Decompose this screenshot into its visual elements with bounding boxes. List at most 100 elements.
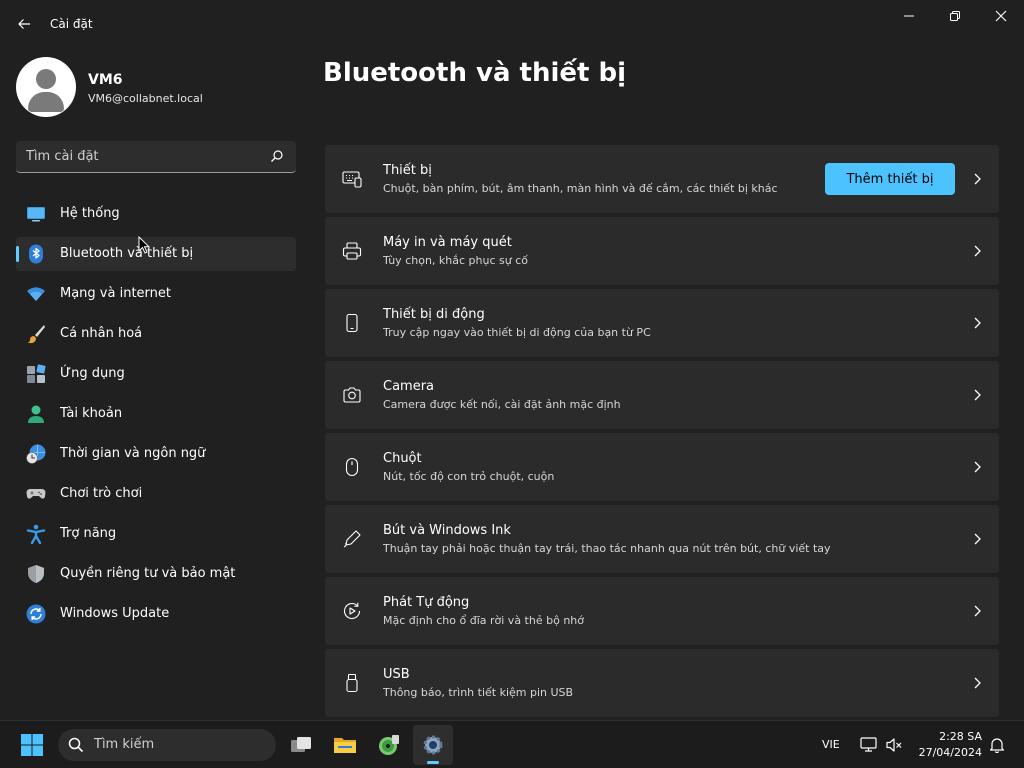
brush-icon — [26, 324, 46, 344]
camera-icon — [342, 385, 362, 405]
sidebar-item-label: Cá nhân hoá — [60, 326, 143, 341]
settings-window: Cài đặt VM6 VM6@collabnet.local Tìm cài … — [0, 0, 1024, 720]
card-title: Phát Tự động — [383, 595, 470, 610]
sidebar-item-label: Tài khoản — [60, 406, 123, 421]
search-icon — [68, 737, 84, 753]
update-icon — [26, 604, 46, 624]
phone-icon — [342, 313, 362, 333]
back-arrow-icon — [18, 19, 30, 29]
active-app-indicator — [427, 761, 439, 764]
accessibility-icon — [26, 524, 46, 544]
sidebar-item-accessibility[interactable]: Trợ năng — [16, 517, 296, 551]
card-subtitle: Thông báo, trình tiết kiệm pin USB — [383, 686, 574, 699]
monitor-icon — [26, 204, 46, 224]
card-subtitle: Chuột, bàn phím, bút, âm thanh, màn hình… — [383, 182, 778, 195]
sidebar-item-system[interactable]: Hệ thống — [16, 197, 296, 231]
chevron-right-icon — [969, 243, 985, 259]
close-button[interactable] — [978, 4, 1024, 28]
bell-icon — [989, 738, 1005, 753]
sidebar-item-label: Mạng và internet — [60, 286, 171, 301]
input-language[interactable]: VIE — [822, 738, 840, 751]
chevron-right-icon — [969, 315, 985, 331]
sidebar-item-gaming[interactable]: Chơi trò chơi — [16, 477, 296, 511]
card-printers[interactable]: Máy in và máy quét Tùy chọn, khắc phục s… — [325, 217, 999, 285]
sidebar-item-label: Hệ thống — [60, 206, 120, 221]
search-input[interactable] — [26, 141, 266, 172]
notifications-button[interactable] — [985, 725, 1009, 765]
media-player-button[interactable] — [369, 725, 409, 765]
wifi-icon — [26, 284, 46, 304]
account-icon — [26, 404, 46, 424]
card-devices[interactable]: Thiết bị Chuột, bàn phím, bút, âm thanh,… — [325, 145, 999, 213]
card-title: USB — [383, 667, 410, 682]
sidebar-item-bluetooth[interactable]: Bluetooth và thiết bị — [16, 237, 296, 271]
gamepad-icon — [26, 484, 46, 504]
card-mobile-devices[interactable]: Thiết bị di động Truy cập ngay vào thiết… — [325, 289, 999, 357]
sidebar-item-apps[interactable]: Ứng dụng — [16, 357, 296, 391]
avatar-body — [28, 92, 64, 112]
minimize-button[interactable] — [886, 4, 932, 28]
card-camera[interactable]: Camera Camera được kết nối, cài đặt ảnh … — [325, 361, 999, 429]
card-title: Thiết bị di động — [383, 307, 485, 322]
folder-icon — [334, 738, 356, 753]
app-title: Cài đặt — [50, 17, 93, 31]
card-subtitle: Truy cập ngay vào thiết bị di động của b… — [383, 326, 651, 339]
taskbar-search[interactable]: Tìm kiếm — [58, 729, 276, 761]
mouse-pointer-icon — [138, 236, 150, 254]
card-autoplay[interactable]: Phát Tự động Mặc định cho ổ đĩa rời và t… — [325, 577, 999, 645]
mouse-icon — [342, 457, 362, 477]
taskbar-clock-time[interactable]: 2:28 SA — [912, 730, 982, 743]
sidebar-item-label: Chơi trò chơi — [60, 486, 143, 501]
globe-clock-icon — [26, 444, 46, 464]
card-usb[interactable]: USB Thông báo, trình tiết kiệm pin USB — [325, 649, 999, 717]
search-icon[interactable] — [270, 149, 286, 165]
active-indicator — [16, 246, 19, 262]
sidebar-item-accounts[interactable]: Tài khoản — [16, 397, 296, 431]
card-title: Camera — [383, 379, 435, 394]
sidebar-item-windows-update[interactable]: Windows Update — [16, 597, 296, 631]
card-pen-windows-ink[interactable]: Bút và Windows Ink Thuận tay phải hoặc t… — [325, 505, 999, 573]
card-mouse[interactable]: Chuột Nút, tốc độ con trỏ chuột, cuộn — [325, 433, 999, 501]
chevron-right-icon — [969, 171, 985, 187]
sidebar-item-label: Quyền riêng tư và bảo mật — [60, 566, 236, 581]
taskbar-clock-date[interactable]: 27/04/2024 — [912, 746, 982, 759]
card-subtitle: Mặc định cho ổ đĩa rời và thẻ bộ nhớ — [383, 614, 584, 627]
usb-icon — [342, 673, 362, 693]
chevron-right-icon — [969, 531, 985, 547]
avatar[interactable] — [16, 57, 76, 117]
sidebar-item-label: Windows Update — [60, 606, 170, 621]
volume-tray-button[interactable] — [879, 725, 909, 765]
start-button[interactable] — [12, 725, 52, 765]
avatar-head — [36, 69, 56, 89]
sidebar-item-time-language[interactable]: Thời gian và ngôn ngữ — [16, 437, 296, 471]
shield-icon — [26, 564, 46, 584]
pen-icon — [342, 529, 362, 549]
sidebar-item-label: Thời gian và ngôn ngữ — [60, 446, 206, 461]
sidebar-item-privacy[interactable]: Quyền riêng tư và bảo mật — [16, 557, 296, 591]
bluetooth-icon — [26, 244, 46, 264]
card-subtitle: Thuận tay phải hoặc thuận tay trái, thao… — [383, 542, 831, 555]
settings-search[interactable] — [16, 141, 296, 173]
close-icon — [995, 10, 1007, 22]
chevron-right-icon — [969, 603, 985, 619]
chevron-right-icon — [969, 387, 985, 403]
network-monitor-icon — [860, 737, 877, 752]
sidebar-item-network[interactable]: Mạng và internet — [16, 277, 296, 311]
card-subtitle: Camera được kết nối, cài đặt ảnh mặc địn… — [383, 398, 621, 411]
apps-icon — [26, 364, 46, 384]
file-explorer-button[interactable] — [325, 725, 365, 765]
printer-icon — [342, 241, 362, 261]
sidebar-item-personalization[interactable]: Cá nhân hoá — [16, 317, 296, 351]
settings-taskbar-button[interactable] — [413, 725, 453, 765]
devices-icon — [342, 169, 362, 189]
restore-button[interactable] — [932, 4, 978, 28]
autoplay-icon — [342, 601, 362, 621]
sidebar-item-label: Ứng dụng — [60, 366, 125, 381]
minimize-icon — [904, 15, 914, 17]
taskbar-search-label: Tìm kiếm — [94, 737, 155, 752]
title-bar: Cài đặt — [0, 0, 1024, 48]
add-device-button[interactable]: Thêm thiết bị — [825, 163, 955, 195]
back-button[interactable] — [12, 12, 36, 36]
task-view-button[interactable] — [281, 725, 321, 765]
page-title: Bluetooth và thiết bị — [323, 58, 627, 88]
